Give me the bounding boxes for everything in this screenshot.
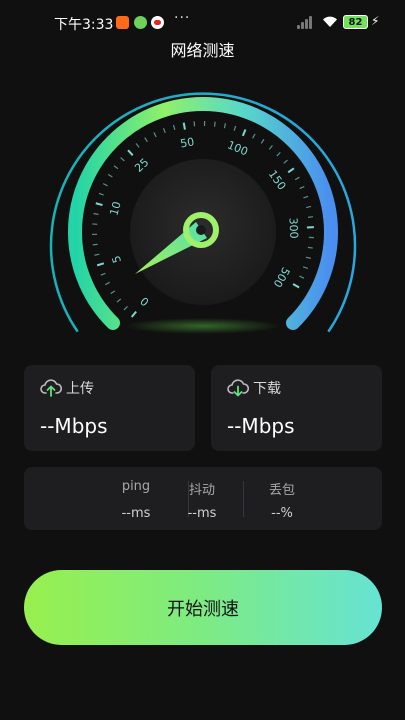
gauge-tick-mark: [299, 186, 305, 190]
packet-loss-stat: 丢包 --%: [246, 467, 318, 530]
download-label: 下载: [253, 381, 281, 397]
gauge-tick-mark: [130, 311, 137, 318]
gauge-tick-mark: [276, 151, 281, 157]
gauge-tick-mark: [305, 256, 311, 259]
gauge-tick-mark: [96, 262, 105, 267]
charging-icon: ⚡: [371, 14, 380, 28]
gauge-tick-mark: [110, 290, 116, 295]
gauge-tick-mark: [241, 129, 247, 137]
ping-label: ping: [121, 479, 151, 494]
gauge-tick-mark: [105, 281, 110, 286]
gauge-tick-mark: [102, 183, 108, 187]
gauge-tick-mark: [120, 157, 125, 162]
gauge-tick-mark: [260, 138, 265, 144]
gauge-tick-mark: [144, 137, 148, 143]
gauge-tick-mark: [92, 243, 98, 246]
stat-divider: [243, 481, 244, 517]
gauge-tick-mark: [94, 253, 100, 256]
gauge-tick-mark: [123, 305, 128, 311]
ping-stat: ping --ms: [100, 467, 172, 530]
gauge-tick-mark: [303, 195, 309, 199]
upload-label: 上传: [66, 381, 94, 397]
gauge-tick-mark: [93, 212, 99, 215]
gauge-tick-mark: [252, 133, 256, 139]
gauge-tick-mark: [294, 176, 300, 181]
gauge-tick-label: 300: [286, 217, 300, 239]
gauge-tick-label: 50: [179, 135, 195, 150]
gauge-tick-mark: [268, 145, 273, 150]
gauge-tick-label: 5: [109, 254, 124, 265]
gauge-base-glow: [125, 318, 281, 334]
gauge-tick-mark: [299, 275, 305, 279]
wifi-icon: [323, 16, 337, 27]
ping-value: --ms: [121, 506, 151, 521]
gauge-tick-label: 10: [107, 200, 123, 217]
cloud-upload-icon: [40, 379, 62, 397]
gauge-tick-mark: [307, 246, 313, 249]
page-title: 网络测速: [170, 41, 235, 60]
gauge-tick-mark: [287, 167, 295, 174]
weibo-icon: [151, 16, 164, 29]
gauge-tick-mark: [116, 298, 122, 303]
gauge-tick-mark: [292, 283, 300, 289]
gauge-tick-mark: [127, 149, 134, 156]
more-notifications-icon: ···: [174, 10, 191, 26]
jitter-value: --ms: [187, 506, 217, 521]
download-card: 下载 --Mbps: [211, 365, 382, 451]
gauge-tick-label: 150: [266, 168, 289, 193]
gauge-tick-mark: [162, 128, 166, 134]
cloud-download-icon: [227, 379, 249, 397]
gauge-tick-mark: [100, 272, 106, 276]
gauge-tick-mark: [153, 132, 157, 138]
gauge-tick-mark: [302, 266, 309, 270]
gauge-tick-label: 500: [270, 265, 292, 290]
status-time: 下午3:33: [54, 17, 114, 33]
stats-card: ping --ms 抖动 --ms 丢包 --%: [24, 467, 382, 530]
packet-loss-label: 丢包: [268, 483, 295, 498]
green-app-icon: [134, 16, 147, 29]
signal-icon: [297, 15, 315, 29]
gauge-tick-mark: [107, 173, 113, 178]
gauge-tick-mark: [213, 121, 216, 127]
download-value: --Mbps: [227, 414, 295, 438]
jitter-label: 抖动: [188, 483, 215, 498]
gauge-tick-mark: [172, 124, 176, 130]
gauge-tick-mark: [306, 205, 312, 209]
gauge-tick-label: 100: [225, 138, 249, 158]
gauge-tick-label: 0: [138, 294, 152, 308]
speed-gauge: 0 5 10 25 50 100 150 300 500: [49, 92, 357, 334]
xiaomi-app-icon: [116, 16, 129, 29]
upload-card: 上传 --Mbps: [24, 365, 195, 451]
gauge-tick-mark: [223, 123, 227, 129]
gauge-tick-label: 25: [132, 156, 151, 175]
jitter-stat: 抖动 --ms: [174, 467, 230, 530]
gauge-tick-mark: [98, 192, 104, 196]
packet-loss-value: --%: [271, 506, 293, 521]
gauge-tick-mark: [233, 125, 237, 131]
gauge-tick-mark: [182, 122, 186, 130]
gauge-tick-mark: [95, 202, 103, 207]
start-test-button[interactable]: 开始测速: [24, 570, 382, 645]
battery-icon: 82: [343, 15, 368, 29]
gauge-tick-mark: [283, 159, 288, 164]
gauge-tick-mark: [307, 216, 314, 218]
gauge-tick-mark: [113, 165, 119, 170]
upload-value: --Mbps: [40, 414, 108, 438]
gauge-tick-mark: [135, 143, 140, 148]
